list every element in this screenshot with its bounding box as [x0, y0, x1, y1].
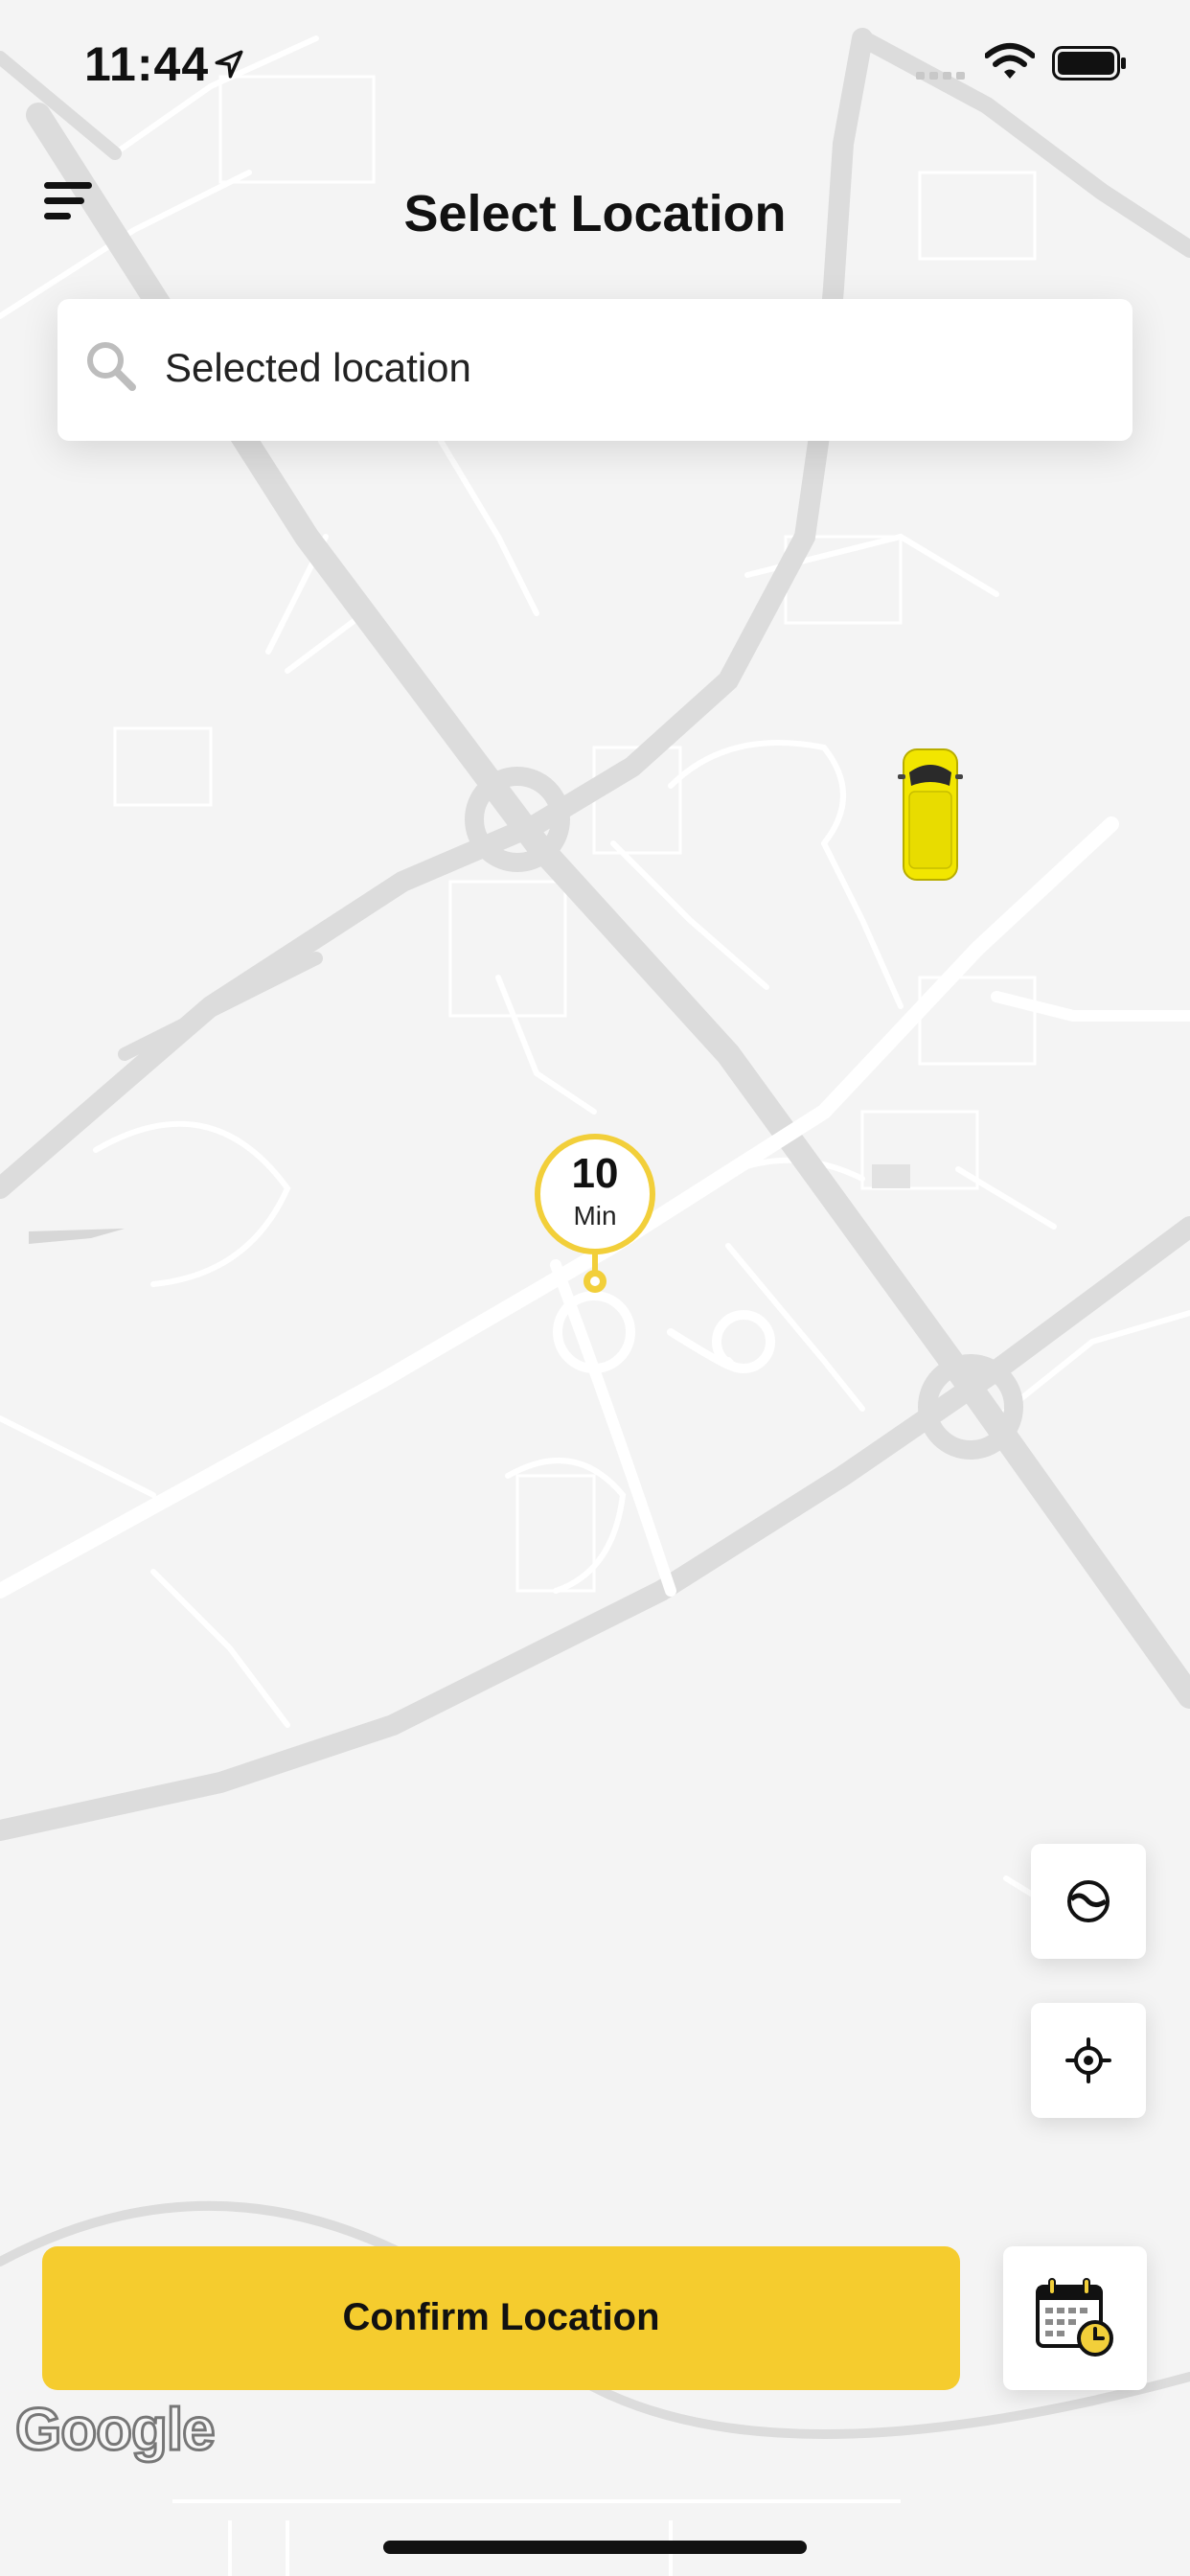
confirm-location-button[interactable]: Confirm Location [42, 2246, 960, 2390]
search-input[interactable]: Selected location [165, 345, 471, 391]
calendar-clock-icon [1036, 2278, 1113, 2357]
crosshair-icon [1065, 2037, 1111, 2083]
pickup-eta-pin[interactable]: 10 Min [532, 1131, 658, 1300]
page-title: Select Location [403, 185, 787, 242]
app-screen: 11:44 Select Location Selected location … [0, 0, 1190, 2576]
map-style-button[interactable] [1031, 1844, 1146, 1959]
eta-value: 10 [571, 1150, 619, 1197]
eta-unit: Min [573, 1201, 617, 1230]
schedule-button[interactable] [1003, 2246, 1147, 2390]
search-field[interactable]: Selected location [57, 299, 1133, 441]
status-bar: 11:44 [0, 0, 1190, 134]
google-attribution: Google [14, 2396, 217, 2465]
search-icon [87, 342, 136, 391]
my-location-button[interactable] [1031, 2003, 1146, 2118]
vehicle-icon [898, 748, 963, 881]
wifi-icon [985, 43, 1035, 79]
battery-icon [1052, 46, 1126, 80]
confirm-location-label: Confirm Location [342, 2296, 660, 2338]
location-arrow-icon [215, 50, 243, 79]
map-style-icon [1067, 1880, 1110, 1922]
status-time: 11:44 [84, 37, 210, 91]
signal-icon [916, 72, 965, 80]
home-indicator[interactable] [383, 2541, 807, 2554]
